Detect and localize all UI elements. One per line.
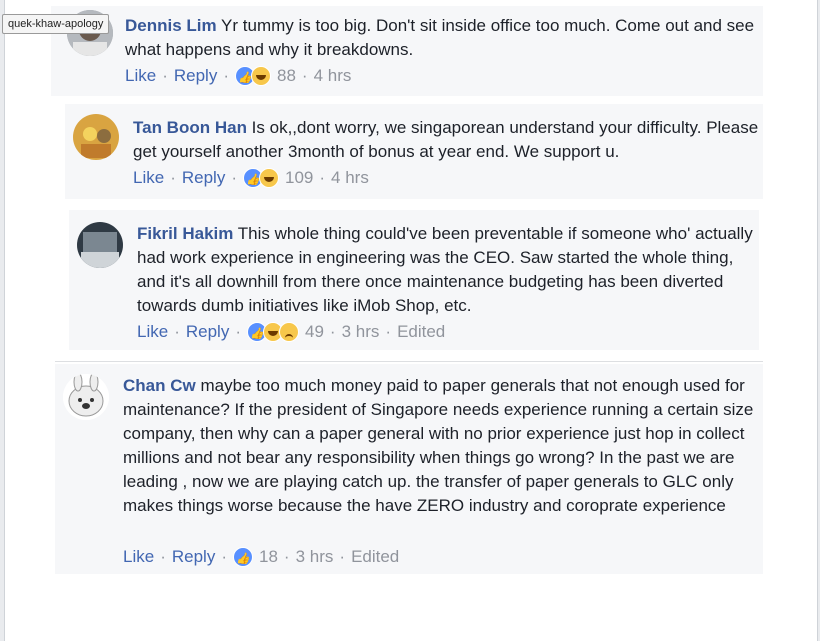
avatar[interactable] bbox=[73, 114, 119, 160]
haha-icon bbox=[259, 168, 279, 188]
haha-icon bbox=[251, 66, 271, 86]
separator: · bbox=[301, 66, 308, 85]
reactions[interactable] bbox=[247, 322, 299, 345]
sad-icon bbox=[279, 322, 299, 342]
avatar[interactable] bbox=[77, 222, 123, 268]
timestamp[interactable]: 3 hrs bbox=[296, 546, 334, 568]
separator: · bbox=[162, 66, 168, 85]
reactions[interactable] bbox=[233, 547, 253, 570]
separator: · bbox=[231, 168, 237, 187]
separator: · bbox=[221, 547, 227, 566]
separator: · bbox=[329, 322, 336, 341]
edited-label[interactable]: Edited bbox=[397, 321, 445, 343]
comment-text: Yr tummy is too big. Don't sit inside of… bbox=[125, 16, 755, 59]
edited-label[interactable]: Edited bbox=[351, 546, 399, 568]
separator: · bbox=[339, 547, 346, 566]
comment-body: Chan Cw maybe too much money paid to pap… bbox=[123, 374, 759, 518]
comment-actions: Like · Reply · 109 · 4 hrs bbox=[133, 167, 369, 191]
like-icon bbox=[233, 547, 253, 570]
separator: · bbox=[235, 322, 241, 341]
separator: · bbox=[223, 66, 229, 85]
divider bbox=[55, 361, 763, 362]
comment-body: Tan Boon Han Is ok,,dont worry, we singa… bbox=[133, 116, 759, 164]
comment-fikril-hakim: Fikril Hakim This whole thing could've b… bbox=[69, 210, 759, 350]
avatar-photo bbox=[77, 222, 123, 268]
separator: · bbox=[170, 168, 176, 187]
timestamp[interactable]: 4 hrs bbox=[331, 167, 369, 189]
comment-text: maybe too much money paid to paper gener… bbox=[123, 376, 754, 515]
separator: · bbox=[160, 547, 166, 566]
comment-actions: Like · Reply · 88 · 4 hrs bbox=[125, 65, 352, 89]
comment-chan-cw: Chan Cw maybe too much money paid to pap… bbox=[55, 364, 763, 574]
author-name[interactable]: Chan Cw bbox=[123, 376, 196, 395]
reaction-count[interactable]: 109 bbox=[285, 167, 313, 189]
separator: · bbox=[283, 547, 290, 566]
comment-body: Dennis Lim Yr tummy is too big. Don't si… bbox=[125, 14, 755, 62]
avatar[interactable] bbox=[63, 374, 109, 420]
separator: · bbox=[385, 322, 392, 341]
avatar-photo bbox=[63, 374, 109, 420]
timestamp[interactable]: 3 hrs bbox=[342, 321, 380, 343]
avatar-photo bbox=[73, 114, 119, 160]
like-button[interactable]: Like bbox=[123, 546, 154, 568]
like-button[interactable]: Like bbox=[137, 321, 168, 343]
reaction-count[interactable]: 18 bbox=[259, 546, 278, 568]
separator: · bbox=[174, 322, 180, 341]
reaction-count[interactable]: 88 bbox=[277, 65, 296, 87]
timestamp[interactable]: 4 hrs bbox=[314, 65, 352, 87]
reactions[interactable] bbox=[243, 168, 279, 191]
image-tag-label: quek-khaw-apology bbox=[2, 14, 110, 34]
reply-button[interactable]: Reply bbox=[186, 321, 229, 343]
reactions[interactable] bbox=[235, 66, 271, 89]
reply-button[interactable]: Reply bbox=[172, 546, 215, 568]
comment-tan-boon-han: Tan Boon Han Is ok,,dont worry, we singa… bbox=[65, 104, 763, 199]
comment-actions: Like · Reply · 49 · 3 hrs · Edited bbox=[137, 321, 445, 345]
like-button[interactable]: Like bbox=[125, 65, 156, 87]
author-name[interactable]: Fikril Hakim bbox=[137, 224, 233, 243]
reply-button[interactable]: Reply bbox=[182, 167, 225, 189]
author-name[interactable]: Dennis Lim bbox=[125, 16, 217, 35]
like-button[interactable]: Like bbox=[133, 167, 164, 189]
comment-dennis-lim: Dennis Lim Yr tummy is too big. Don't si… bbox=[51, 6, 763, 96]
reply-button[interactable]: Reply bbox=[174, 65, 217, 87]
comment-body: Fikril Hakim This whole thing could've b… bbox=[137, 222, 759, 318]
reaction-count[interactable]: 49 bbox=[305, 321, 324, 343]
separator: · bbox=[319, 168, 326, 187]
author-name[interactable]: Tan Boon Han bbox=[133, 118, 247, 137]
comment-actions: Like · Reply · 18 · 3 hrs · Edited bbox=[123, 546, 399, 570]
comments-panel: Dennis Lim Yr tummy is too big. Don't si… bbox=[4, 0, 818, 641]
